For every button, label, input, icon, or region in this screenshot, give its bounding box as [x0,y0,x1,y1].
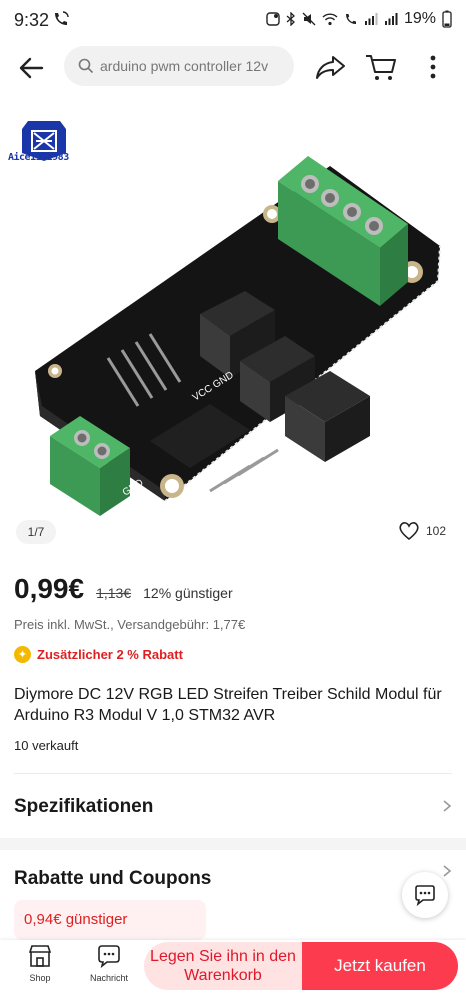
call-signal-icon [345,14,356,24]
wishlist-button[interactable]: 102 [392,516,452,546]
extra-discount-badge[interactable]: ✦ Zusätzlicher 2 % Rabatt [14,646,183,663]
search-bar[interactable] [64,46,294,86]
signal-icon [364,13,378,25]
message-label: Nachricht [89,973,128,983]
bluetooth-icon [286,12,295,26]
coin-icon: ✦ [14,646,31,663]
buy-now-button[interactable]: Jetzt kaufen [302,942,458,990]
status-icons: 19% [266,10,452,28]
svg-text:OUT: OUT [190,516,216,539]
chat-fab-button[interactable] [402,872,448,918]
battery-icon [442,10,452,28]
price-row: 0,99€ 1,13€ 12% günstiger [14,573,233,605]
signal-icon-2 [384,13,398,25]
search-icon [78,58,94,74]
battery-text: 19% [403,10,436,27]
bottom-action-bar: Shop Nachricht Legen Sie ihn in den Ware… [0,940,466,1000]
notification-icon [266,12,280,26]
likes-count: 102 [425,524,446,538]
shop-button[interactable]: Shop [20,944,60,994]
mute-icon [302,12,316,26]
specifications-row[interactable]: Spezifikationen [0,776,466,834]
shop-label: Shop [29,973,51,983]
top-bar [0,40,466,96]
wifi-call-icon [55,11,69,25]
coupons-label: Rabatte und Coupons [14,868,212,889]
section-separator [0,838,466,850]
chat-bubble-icon [415,885,435,906]
pcb-module-image: VCC GND OUT GND [35,156,441,539]
search-input[interactable] [100,58,280,74]
coupon-chip[interactable]: 0,94€ günstiger [14,900,206,940]
discount-percent: 12% günstiger [143,585,233,601]
share-icon[interactable] [314,50,348,84]
message-button[interactable]: Nachricht [86,944,132,994]
store-icon [28,945,52,967]
chevron-right-icon [443,800,452,812]
back-arrow-icon[interactable] [14,50,50,86]
wifi-icon [322,13,338,26]
add-to-cart-button[interactable]: Legen Sie ihn in den Warenkorb [144,942,302,990]
extra-discount-label: Zusätzlicher 2 % Rabatt [37,647,183,662]
sold-count: 10 verkauft [14,738,79,753]
original-price: 1,13€ [96,585,132,601]
status-time: 9:32 [14,10,50,30]
product-title: Diymore DC 12V RGB LED Streifen Treiber … [14,686,442,724]
chevron-right-icon [443,865,452,877]
heart-icon [399,522,419,541]
divider [14,773,452,774]
product-image-gallery[interactable]: Aice1101983 VCC GND OUT GND 1/7 102 [0,96,466,562]
coupons-row[interactable]: Rabatte und Coupons 0,94€ günstiger [0,850,466,940]
gallery-counter: 1/7 [16,520,56,544]
cart-icon[interactable] [364,50,398,84]
message-icon [98,945,120,968]
current-price: 0,99€ [14,573,85,604]
specifications-label: Spezifikationen [14,796,154,817]
tax-shipping-note: Preis inkl. MwSt., Versandgebühr: 1,77€ [14,617,246,632]
status-bar: 9:32 19% [0,0,466,40]
more-icon[interactable] [418,50,448,84]
